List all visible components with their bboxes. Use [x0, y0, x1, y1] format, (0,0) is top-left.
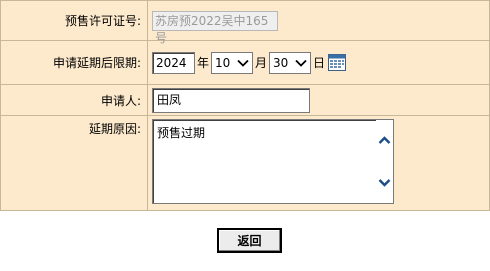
- calendar-icon[interactable]: [328, 54, 347, 71]
- day-unit-label: 日: [313, 56, 326, 70]
- month-select-value: 10: [215, 55, 231, 70]
- presale-license-label: 预售许可证号:: [0, 0, 148, 41]
- month-select[interactable]: 10: [211, 51, 254, 74]
- year-unit-label: 年: [197, 56, 210, 70]
- reason-scrollbar[interactable]: [376, 120, 393, 203]
- form-row-applicant: 申请人: 田凤: [0, 84, 490, 116]
- day-select[interactable]: 30: [269, 51, 312, 74]
- year-input[interactable]: 2024: [152, 51, 195, 74]
- applicant-input[interactable]: 田凤: [152, 87, 310, 113]
- applicant-label: 申请人:: [0, 84, 148, 116]
- form-row-reason: 延期原因: 预售过期: [0, 115, 490, 211]
- form-row-presale-license: 预售许可证号: 苏房预2022吴中165号: [0, 0, 490, 45]
- chevron-down-icon[interactable]: [378, 176, 391, 189]
- back-button[interactable]: 返回: [217, 228, 282, 253]
- date-picker-group: 2024 年 10 月 30 日: [152, 51, 489, 74]
- reason-textarea-value: 预售过期: [157, 126, 206, 140]
- extended-deadline-label: 申请延期后限期:: [0, 40, 148, 85]
- application-form: 预售许可证号: 苏房预2022吴中165号 申请延期后限期: 2024 年 10…: [0, 0, 490, 211]
- day-select-value: 30: [273, 55, 289, 70]
- chevron-down-icon: [295, 59, 307, 67]
- reason-label: 延期原因:: [0, 115, 148, 211]
- applicant-cell: 田凤: [147, 84, 490, 116]
- month-unit-label: 月: [255, 56, 268, 70]
- chevron-down-icon: [237, 59, 249, 67]
- form-row-extended-deadline: 申请延期后限期: 2024 年 10 月 30 日: [0, 40, 490, 85]
- reason-cell: 预售过期: [147, 115, 490, 211]
- reason-textarea[interactable]: 预售过期: [152, 119, 394, 204]
- chevron-up-icon[interactable]: [378, 134, 391, 147]
- presale-license-field: 苏房预2022吴中165号: [152, 10, 278, 45]
- extended-deadline-cell: 2024 年 10 月 30 日: [147, 40, 490, 85]
- presale-license-cell: 苏房预2022吴中165号: [147, 0, 490, 45]
